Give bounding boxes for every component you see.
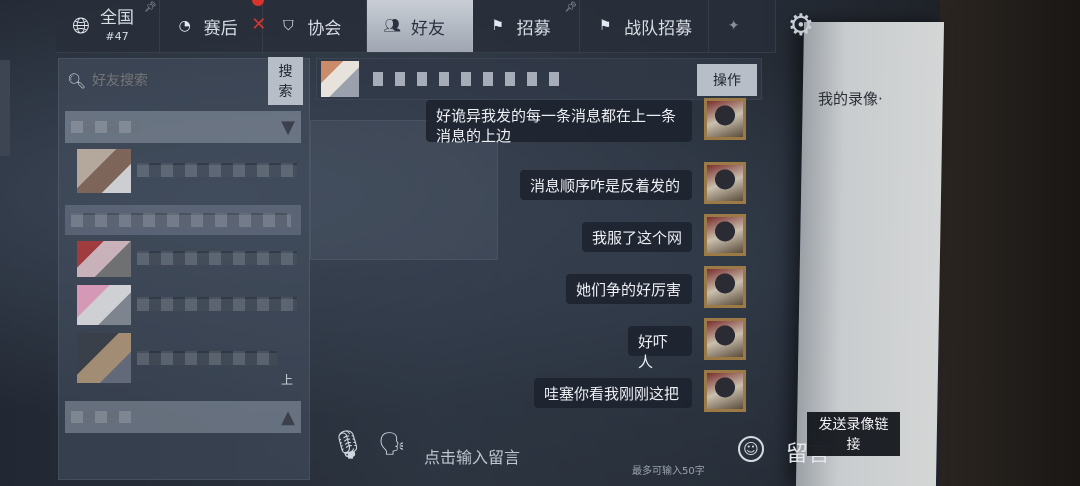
list-item[interactable] — [67, 333, 301, 383]
tab-friends-label: 好友 — [411, 18, 446, 39]
avatar — [77, 149, 131, 193]
message-input[interactable]: 点击输入留言 — [424, 444, 520, 468]
friend-search-input[interactable] — [90, 72, 269, 90]
avatar — [77, 241, 131, 277]
friend-group-header-1[interactable]: ▼ — [65, 111, 301, 143]
message-bubble: 消息顺序咋是反着发的 — [520, 170, 692, 200]
flag-icon: ⚑ — [491, 18, 504, 34]
emoji-icon[interactable]: ☺ — [738, 436, 764, 462]
tab-team-recruit-label: 战队招募 — [624, 18, 693, 39]
friends-panel: 🔍︎ 搜索 ▼ 上 ▲ — [58, 57, 310, 480]
microphone-icon[interactable]: 🎙︎ — [330, 428, 366, 461]
friend-group-header-2[interactable]: ▲ — [65, 401, 301, 433]
friend-status-tag: 上 — [281, 373, 294, 387]
pin-icon: 📌︎ — [564, 2, 578, 13]
tab-team-recruit[interactable]: ⚑ 战队招募 — [580, 0, 709, 52]
avatar — [704, 370, 746, 412]
tab-national-label: 全国 — [100, 8, 134, 28]
scene-backdrop — [940, 0, 1080, 486]
tab-national[interactable]: 🌐︎ 全国 #47 📌︎ — [56, 0, 160, 52]
avatar — [704, 266, 746, 308]
list-item[interactable] — [67, 149, 301, 193]
chat-header: 操作 — [316, 58, 762, 100]
message-bubble: 她们争的好厉害 — [566, 274, 692, 304]
avatar — [77, 285, 131, 325]
clock-icon: ◔ — [178, 18, 191, 34]
avatar — [704, 318, 746, 360]
team-flag-icon: ⚑ — [598, 18, 612, 34]
shield-icon: ⛉ — [283, 18, 294, 34]
paper-title: 我的录像· — [818, 90, 883, 108]
tab-recruit-label: 招募 — [516, 18, 551, 39]
avatar — [77, 333, 131, 383]
list-item[interactable] — [67, 241, 301, 277]
tab-postgame[interactable]: ◔ 赛后 ✕ — [160, 0, 266, 52]
tab-association-label: 协会 — [307, 18, 342, 39]
input-limit-hint: 最多可输入50字 — [632, 466, 705, 477]
message-bubble: 好诡异我发的每一条消息都在上一条消息的上边 — [426, 100, 692, 145]
friend-name-mosaic — [137, 297, 297, 311]
pin-icon: 📌︎ — [143, 2, 157, 13]
collapse-arrow-icon: ▼ — [281, 116, 295, 138]
message-bubble: 好吓人 — [628, 326, 692, 371]
group-name-mosaic — [71, 411, 131, 423]
search-icon: 🔍︎ — [67, 72, 87, 90]
search-bar: 🔍︎ 搜索 — [67, 57, 303, 105]
voice-to-text-icon[interactable]: 🗣︎ — [378, 432, 406, 457]
tab-recruit[interactable]: ⚑ 招募 📌︎ — [473, 0, 581, 52]
message-bubble: 我服了这个网 — [582, 222, 692, 252]
list-item[interactable] — [65, 205, 301, 235]
top-tab-bar: 🌐︎ 全国 #47 📌︎ ◔ 赛后 ✕ ⛉ 协会 👥︎ 好友 ⚑ 招募 📌︎ ⚑… — [56, 0, 776, 53]
rank-number: #47 — [105, 30, 129, 43]
friend-name-mosaic — [137, 351, 277, 365]
avatar — [704, 98, 746, 140]
send-recording-link-button[interactable]: 发送录像链接 — [807, 412, 900, 456]
gear-icon[interactable]: ⚙ — [782, 6, 820, 44]
message-bubble: 哇塞你看我刚刚这把 — [534, 378, 692, 408]
avatar — [704, 214, 746, 256]
tab-friends[interactable]: 👥︎ 好友 — [367, 0, 473, 52]
friend-name-mosaic — [137, 163, 297, 177]
friends-icon: 👥︎ — [383, 18, 401, 34]
expand-arrow-icon: ▲ — [281, 406, 295, 428]
operate-button[interactable]: 操作 — [697, 64, 757, 96]
tab-association[interactable]: ⛉ 协会 — [263, 0, 368, 52]
friend-name-mosaic — [71, 213, 291, 227]
search-button[interactable]: 搜索 — [268, 57, 303, 105]
tab-postgame-label: 赛后 — [203, 18, 238, 39]
avatar — [704, 162, 746, 204]
chat-partner-name-mosaic — [373, 72, 563, 86]
list-item[interactable] — [67, 285, 301, 325]
side-handle[interactable] — [0, 60, 10, 156]
emblem-icon: ✦ — [727, 18, 740, 34]
friend-name-mosaic — [137, 251, 297, 265]
group-name-mosaic — [71, 121, 141, 133]
globe-icon: 🌐︎ — [72, 13, 90, 39]
tab-extra[interactable]: ✦ — [709, 0, 776, 52]
avatar — [321, 61, 359, 97]
